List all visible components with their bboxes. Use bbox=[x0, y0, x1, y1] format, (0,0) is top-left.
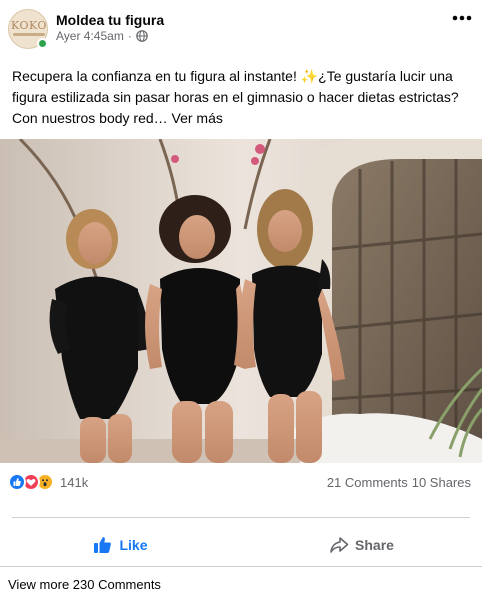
reaction-count[interactable]: 141k bbox=[60, 475, 88, 490]
stats-divider bbox=[12, 517, 470, 518]
like-reaction-icon bbox=[8, 473, 26, 491]
share-arrow-icon bbox=[330, 537, 349, 553]
like-label: Like bbox=[119, 537, 148, 553]
meta-separator: · bbox=[127, 29, 132, 43]
view-more-comments-link[interactable]: View more 230 Comments bbox=[8, 577, 161, 592]
page-name[interactable]: Moldea tu figura bbox=[56, 12, 164, 28]
post-photo[interactable] bbox=[0, 139, 482, 463]
like-button[interactable]: Like bbox=[0, 526, 241, 564]
engagement-counts: 21 Comments 10 Shares bbox=[327, 475, 471, 490]
comments-count[interactable]: 21 Comments bbox=[327, 475, 408, 490]
avatar-logo-text: KOKO bbox=[11, 19, 47, 32]
avatar-logo-underline bbox=[13, 33, 45, 36]
reactions-summary[interactable]: 141k bbox=[8, 473, 88, 491]
see-more-link[interactable]: Ver más bbox=[172, 110, 223, 126]
post-message: Recupera la confianza en tu figura al in… bbox=[12, 68, 459, 126]
actions-divider bbox=[0, 566, 482, 567]
photo-illustration bbox=[0, 139, 482, 463]
globe-icon bbox=[136, 30, 148, 42]
share-label: Share bbox=[355, 537, 394, 553]
post-body-text: Recupera la confianza en tu figura al in… bbox=[12, 66, 474, 129]
share-button[interactable]: Share bbox=[241, 526, 482, 564]
post-timestamp[interactable]: Ayer 4:45am bbox=[56, 29, 124, 43]
post-header: KOKO Moldea tu figura Ayer 4:45am · bbox=[0, 0, 482, 56]
post-stats: 141k 21 Comments 10 Shares bbox=[0, 470, 482, 496]
online-status-dot bbox=[37, 38, 48, 49]
more-options-icon[interactable] bbox=[450, 10, 474, 30]
post-meta: Ayer 4:45am · bbox=[56, 29, 148, 43]
shares-count[interactable]: 10 Shares bbox=[412, 475, 471, 490]
action-bar: Like Share bbox=[0, 526, 482, 564]
thumbs-up-icon bbox=[94, 537, 112, 553]
